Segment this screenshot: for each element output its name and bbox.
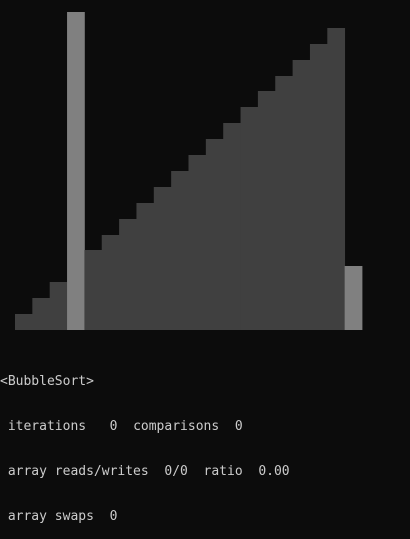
array-bar — [15, 314, 33, 330]
ratio-value: 0.00 — [258, 464, 290, 479]
comparisons-label: comparisons — [133, 419, 220, 434]
array-bar — [205, 139, 224, 330]
array-bar — [119, 219, 137, 330]
array-bar — [171, 171, 189, 330]
array-bar — [84, 250, 103, 330]
array-bar — [257, 91, 276, 330]
reads-writes-label: array reads/writes — [7, 464, 149, 479]
array-bar — [309, 44, 328, 330]
array-bar — [223, 123, 241, 330]
array-bar — [275, 76, 293, 330]
stats-line-swaps: array swaps 0 — [0, 509, 410, 524]
array-bar-highlighted — [67, 12, 85, 330]
array-bar — [327, 28, 346, 330]
array-bar-highlighted — [344, 266, 363, 330]
array-bar — [32, 298, 51, 330]
array-bar — [153, 187, 172, 330]
array-bar — [136, 203, 155, 330]
iterations-value: 0 — [109, 419, 118, 434]
array-visualization — [15, 12, 363, 330]
swaps-label: array swaps — [7, 509, 94, 524]
array-bar — [240, 107, 259, 330]
swaps-value: 0 — [109, 509, 118, 524]
algorithm-name: <BubbleSort> — [0, 374, 94, 389]
comparisons-value: 0 — [234, 419, 243, 434]
ratio-label: ratio — [203, 464, 243, 479]
reads-writes-value: 0/0 — [164, 464, 188, 479]
iterations-label: iterations — [7, 419, 87, 434]
array-bar — [292, 60, 311, 330]
array-bar — [101, 235, 120, 330]
stats-line-iterations: iterations 0 comparisons 0 — [0, 419, 410, 434]
array-bar — [49, 282, 68, 330]
array-bar — [188, 155, 207, 330]
stats-console: <BubbleSort> iterations 0 comparisons 0 … — [0, 344, 410, 539]
stats-line-reads-writes: array reads/writes 0/0 ratio 0.00 — [0, 464, 410, 479]
